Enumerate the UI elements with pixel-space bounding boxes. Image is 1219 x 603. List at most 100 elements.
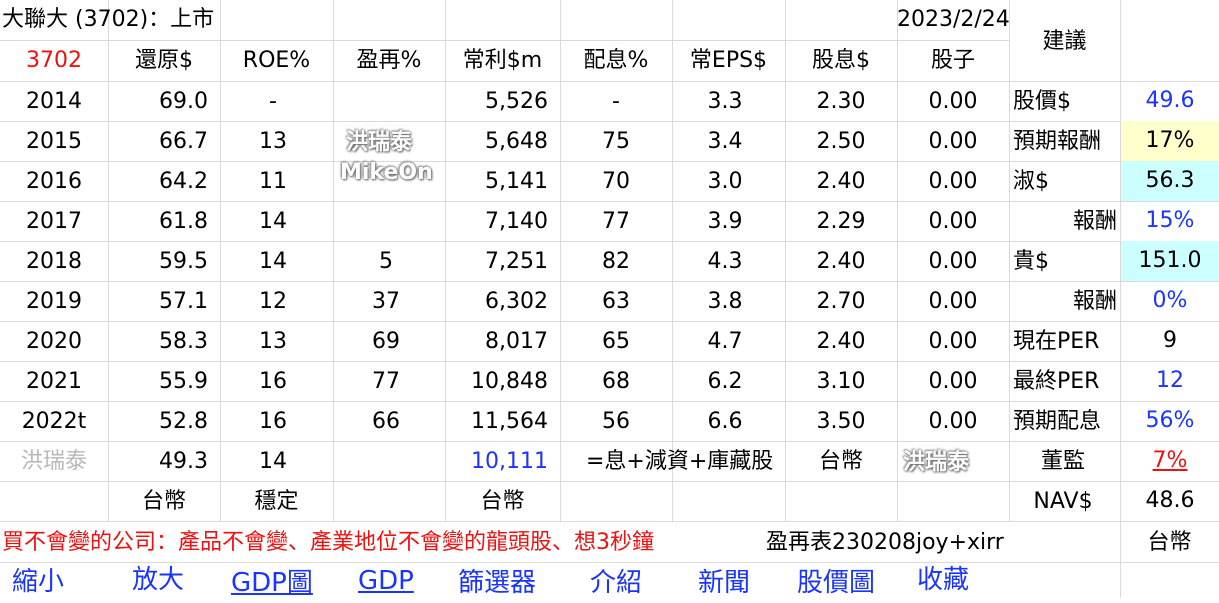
cell-year: 2017 bbox=[26, 209, 82, 234]
advice-header: 建議 bbox=[1042, 29, 1087, 54]
fair-return-label: 報酬 bbox=[1072, 209, 1117, 234]
cell-reinvestment bbox=[333, 82, 439, 122]
link-screener[interactable]: 篩選器 bbox=[458, 563, 536, 603]
link-price-chart[interactable]: 股價圖 bbox=[797, 563, 875, 603]
link-gdp-chart[interactable]: GDP圖 bbox=[231, 563, 313, 603]
expected-payout-value: 56% bbox=[1145, 408, 1195, 433]
cell-dividend: 2.30 bbox=[816, 89, 866, 114]
col-header-eps: 常EPS$ bbox=[689, 48, 768, 73]
cell-profit: 11,564 bbox=[471, 409, 548, 434]
roe-note: 穩定 bbox=[254, 489, 299, 514]
cell-profit: 10,848 bbox=[471, 369, 548, 394]
cell-stock-dividend: 0.00 bbox=[928, 209, 978, 234]
slogan-text: 買不會變的公司：產品不會變、產業地位不會變的龍頭股、想3秒鐘 bbox=[2, 530, 654, 555]
watermark-logo: MikeOn bbox=[340, 160, 433, 185]
col-header-dividend: 股息$ bbox=[812, 48, 870, 73]
col-header-roe: ROE% bbox=[242, 48, 311, 73]
final-per-value: 12 bbox=[1156, 368, 1184, 393]
cell-dividend: 2.50 bbox=[816, 129, 866, 154]
expensive-price-label: 貴$ bbox=[1013, 249, 1049, 274]
stock-code: 3702 bbox=[26, 48, 82, 73]
cell-stock-dividend: 0.00 bbox=[928, 249, 978, 274]
sheet-version-text: 盈再表230208joy+xirr bbox=[766, 530, 1004, 555]
cell-year: 2014 bbox=[26, 89, 82, 114]
expensive-return-label: 報酬 bbox=[1072, 289, 1117, 314]
link-news[interactable]: 新聞 bbox=[698, 563, 750, 603]
cell-reinvestment: 5 bbox=[379, 249, 393, 274]
adj-unit: 台幣 bbox=[141, 489, 186, 514]
col-header-reinvestment: 盈再% bbox=[356, 48, 422, 73]
cell-profit: 7,140 bbox=[485, 209, 548, 234]
cell-roe: 14 bbox=[259, 249, 287, 274]
cell-stock-dividend: 0.00 bbox=[928, 329, 978, 354]
link-zoom-in[interactable]: 放大 bbox=[132, 560, 184, 600]
cell-adjusted-price: 58.3 bbox=[159, 329, 208, 354]
summary-adjusted-price: 49.3 bbox=[159, 449, 208, 474]
cell-dividend: 3.10 bbox=[816, 369, 866, 394]
cell-payout: 75 bbox=[602, 129, 630, 154]
cell-payout: 68 bbox=[602, 369, 630, 394]
summary-profit: 10,111 bbox=[471, 449, 548, 474]
fair-return-value: 15% bbox=[1145, 208, 1195, 233]
stock-price-value: 49.6 bbox=[1145, 88, 1195, 113]
cell-year: 2018 bbox=[26, 249, 82, 274]
expensive-return-value: 0% bbox=[1152, 288, 1188, 313]
col-header-payout: 配息% bbox=[583, 48, 649, 73]
cell-dividend: 2.40 bbox=[816, 329, 866, 354]
cell-profit: 5,648 bbox=[485, 129, 548, 154]
cell-adjusted-price: 64.2 bbox=[159, 169, 208, 194]
cell-payout: 77 bbox=[602, 209, 630, 234]
cell-stock-dividend: 0.00 bbox=[928, 129, 978, 154]
current-per-label: 現在PER bbox=[1013, 329, 1100, 354]
cell-eps: 3.9 bbox=[707, 209, 743, 234]
expected-return-label: 預期報酬 bbox=[1013, 129, 1102, 154]
cell-adjusted-price: 57.1 bbox=[159, 289, 208, 314]
cell-reinvestment: 77 bbox=[372, 369, 400, 394]
profit-unit: 台幣 bbox=[480, 489, 525, 514]
link-gdp[interactable]: GDP bbox=[358, 561, 414, 601]
cell-roe: 12 bbox=[259, 289, 287, 314]
expected-payout-label: 預期配息 bbox=[1013, 409, 1102, 434]
summary-roe: 14 bbox=[259, 449, 287, 474]
summary-currency: 台幣 bbox=[818, 449, 863, 474]
cell-adjusted-price: 52.8 bbox=[159, 409, 208, 434]
cell-payout: 70 bbox=[602, 169, 630, 194]
spreadsheet: 大聯大 (3702)：上市 2023/2/24 建議 3702 還原$ ROE%… bbox=[0, 0, 1219, 598]
formula-note: =息+減資+庫藏股 bbox=[586, 449, 774, 474]
cell-stock-dividend: 0.00 bbox=[928, 169, 978, 194]
stock-price-label: 股價$ bbox=[1013, 89, 1071, 114]
cell-stock-dividend: 0.00 bbox=[928, 89, 978, 114]
cell-reinvestment: 69 bbox=[372, 329, 400, 354]
cell-roe: 14 bbox=[259, 209, 287, 234]
cell-dividend: 2.70 bbox=[816, 289, 866, 314]
cell-stock-dividend: 0.00 bbox=[928, 289, 978, 314]
nav-label: NAV$ bbox=[1033, 489, 1093, 514]
cell-roe: 16 bbox=[259, 409, 287, 434]
cell-profit: 5,526 bbox=[485, 89, 548, 114]
link-favorite[interactable]: 收藏 bbox=[917, 560, 969, 600]
col-header-stock-dividend: 股子 bbox=[930, 48, 975, 73]
cell-eps: 4.7 bbox=[707, 329, 743, 354]
cell-payout: 56 bbox=[602, 409, 630, 434]
cell-dividend: 3.50 bbox=[816, 409, 866, 434]
cell-roe: 13 bbox=[259, 129, 287, 154]
link-intro[interactable]: 介紹 bbox=[590, 563, 642, 603]
cell-stock-dividend: 0.00 bbox=[928, 369, 978, 394]
cell-payout: - bbox=[612, 89, 620, 114]
cell-profit: 5,141 bbox=[485, 169, 548, 194]
cell-eps: 6.6 bbox=[707, 409, 743, 434]
cell-reinvestment: 37 bbox=[372, 289, 400, 314]
watermark-logo: 洪瑞泰 bbox=[346, 130, 413, 155]
report-date: 2023/2/24 bbox=[897, 7, 1010, 32]
link-zoom-out[interactable]: 縮小 bbox=[12, 562, 64, 602]
cell-year: 2020 bbox=[26, 329, 82, 354]
fair-price-value: 56.3 bbox=[1121, 161, 1219, 201]
cell-dividend: 2.40 bbox=[816, 169, 866, 194]
cell-year: 2021 bbox=[26, 369, 82, 394]
cell-eps: 6.2 bbox=[707, 369, 743, 394]
cell-year: 2022t bbox=[21, 409, 87, 434]
cell-payout: 65 bbox=[602, 329, 630, 354]
cell-eps: 3.8 bbox=[707, 289, 743, 314]
cell-adjusted-price: 66.7 bbox=[159, 129, 208, 154]
page-title: 大聯大 (3702)：上市 bbox=[2, 7, 215, 32]
